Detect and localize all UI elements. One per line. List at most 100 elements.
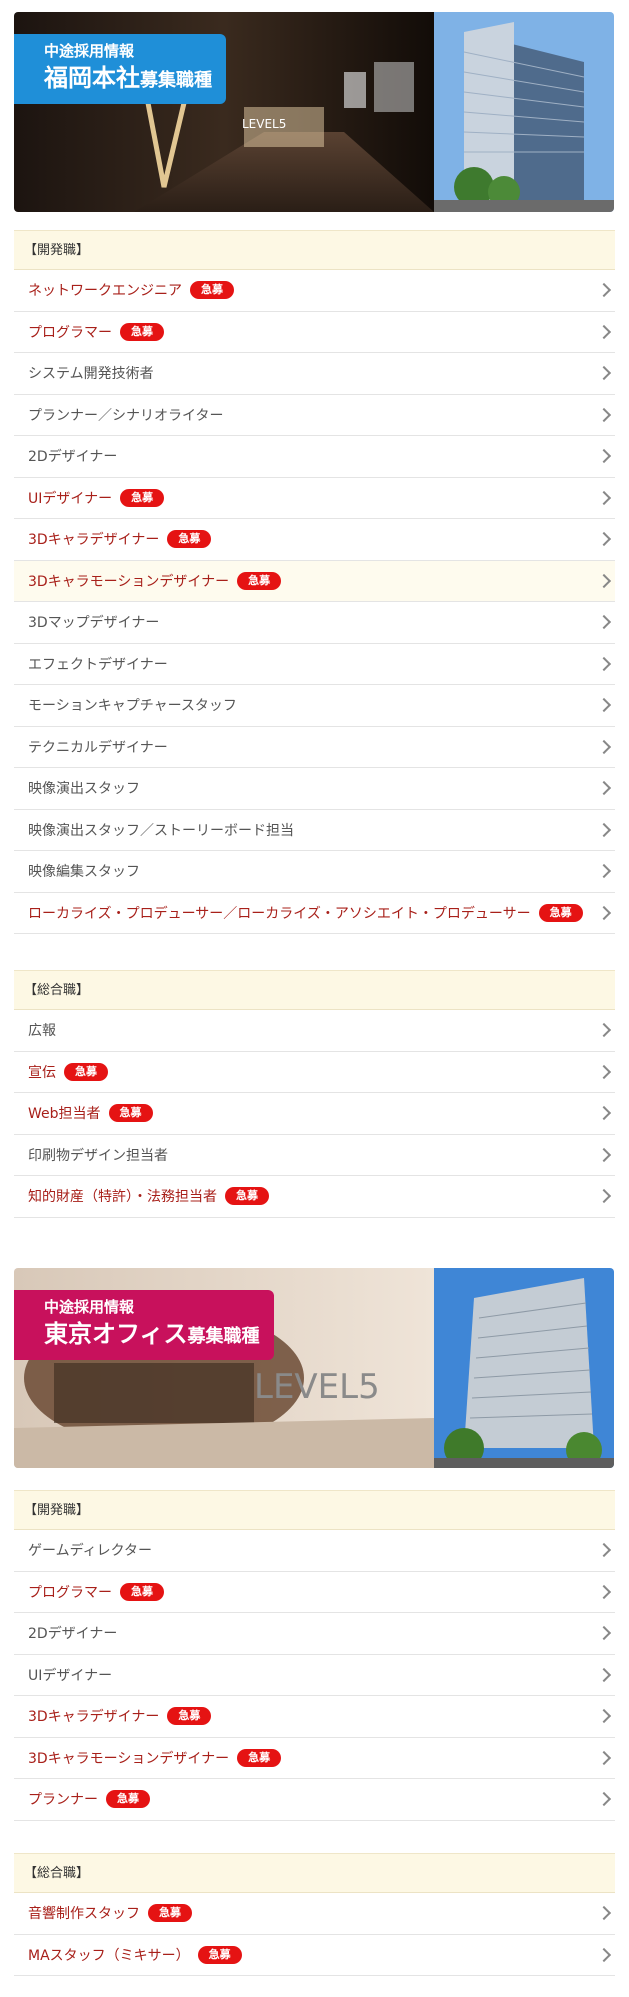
tokyo-general-section: 【総合職】 音響制作スタッフ 急募 MAスタッフ（ミキサー） 急募: [14, 1853, 615, 1976]
job-link[interactable]: MAスタッフ（ミキサー） 急募: [14, 1935, 615, 1976]
recruit-page: LEVEL5 中途採用情報 福岡本社募集職種 【開発職】 ネットワークエンジニア急…: [0, 0, 629, 1997]
urgent-badge: 急募: [120, 488, 165, 507]
job-label: プログラマー: [28, 1584, 112, 1601]
urgent-badge: 急募: [106, 1790, 150, 1809]
chevron-right-icon: [596, 1584, 612, 1599]
job-link[interactable]: プログラマー 急募: [14, 312, 615, 353]
fukuoka-building-photo: [434, 12, 614, 212]
urgent-badge: 急募: [197, 1945, 242, 1964]
job-label: プランナー: [28, 1792, 98, 1809]
job-link[interactable]: ローカライズ・プロデューサー／ローカライズ・アソシエイト・プロデューサー 急募: [14, 893, 615, 934]
job-label: エフェクトデザイナー: [28, 656, 168, 673]
job-link[interactable]: 映像演出スタッフ／ストーリーボード担当: [14, 810, 615, 851]
chevron-right-icon: [596, 573, 612, 588]
urgent-badge: 急募: [225, 1187, 269, 1206]
job-label: モーションキャプチャースタッフ: [28, 698, 237, 715]
fukuoka-general-section: 【総合職】 広報 宣伝 急募 Web担当者 急募 印刷物デザイン担当者 知的財産（特許）・法務…: [14, 970, 615, 1218]
job-label: ローカライズ・プロデューサー／ローカライズ・アソシエイト・プロデューサー: [28, 905, 531, 922]
job-link[interactable]: 3Dキャラモーションデザイナー 急募: [14, 560, 615, 602]
chevron-right-icon: [596, 1023, 612, 1038]
job-link[interactable]: ネットワークエンジニア 急募: [14, 270, 615, 312]
urgent-badge: 急募: [120, 322, 164, 341]
job-link[interactable]: モーションキャプチャースタッフ: [14, 685, 615, 727]
fukuoka-banner-label: 中途採用情報 福岡本社募集職種: [14, 34, 226, 104]
job-label: 音響制作スタッフ: [28, 1906, 140, 1923]
job-link[interactable]: プログラマー 急募: [14, 1572, 615, 1613]
job-link[interactable]: 宣伝 急募: [14, 1052, 615, 1093]
job-label: 2Dデザイナー: [28, 1626, 118, 1643]
chevron-right-icon: [596, 905, 612, 920]
tokyo-logo-text: LEVEL5: [254, 1367, 380, 1407]
job-label: 宣伝: [28, 1064, 56, 1081]
chevron-right-icon: [596, 615, 612, 630]
job-label: 3Dキャラデザイナー: [28, 1709, 160, 1726]
chevron-right-icon: [596, 822, 612, 837]
urgent-badge: 急募: [237, 1748, 282, 1767]
urgent-badge: 急募: [148, 1904, 192, 1923]
job-link[interactable]: 2Dデザイナー: [14, 436, 615, 478]
job-label: 3Dキャラモーションデザイナー: [28, 1750, 230, 1767]
job-link[interactable]: ゲームディレクター: [14, 1530, 615, 1572]
job-link[interactable]: 印刷物デザイン担当者: [14, 1135, 615, 1176]
urgent-badge: 急募: [167, 1707, 212, 1726]
section-heading: 【総合職】: [14, 970, 615, 1010]
chevron-right-icon: [596, 1709, 612, 1724]
urgent-badge: 急募: [190, 281, 234, 300]
chevron-right-icon: [596, 366, 612, 381]
chevron-right-icon: [596, 283, 612, 298]
job-label: システム開発技術者: [28, 366, 154, 383]
job-label: MAスタッフ（ミキサー）: [28, 1947, 190, 1964]
job-link[interactable]: 知的財産（特許）・法務担当者 急募: [14, 1176, 615, 1218]
chevron-right-icon: [596, 1064, 612, 1079]
chevron-right-icon: [596, 781, 612, 796]
job-label: 映像演出スタッフ: [28, 781, 140, 798]
chevron-right-icon: [596, 532, 612, 547]
tokyo-banner[interactable]: LEVEL5 中途採用情報 東京オフィス募集職種: [14, 1268, 614, 1468]
chevron-right-icon: [596, 1906, 612, 1921]
chevron-right-icon: [596, 449, 612, 464]
urgent-badge: 急募: [120, 1582, 164, 1601]
urgent-badge: 急募: [64, 1062, 108, 1081]
job-link[interactable]: 映像編集スタッフ: [14, 851, 615, 893]
chevron-right-icon: [596, 324, 612, 339]
job-link[interactable]: プランナー 急募: [14, 1779, 615, 1821]
fukuoka-banner[interactable]: LEVEL5 中途採用情報 福岡本社募集職種: [14, 12, 614, 212]
job-label: ネットワークエンジニア: [28, 283, 182, 300]
chevron-right-icon: [596, 1750, 612, 1765]
job-link[interactable]: 3Dキャラデザイナー 急募: [14, 519, 615, 561]
job-link[interactable]: テクニカルデザイナー: [14, 727, 615, 768]
job-link[interactable]: UIデザイナー: [14, 1655, 615, 1696]
chevron-right-icon: [596, 698, 612, 713]
chevron-right-icon: [596, 1947, 612, 1962]
job-label: 広報: [28, 1023, 56, 1040]
job-label: 2Dデザイナー: [28, 449, 118, 466]
job-label: UIデザイナー: [28, 1667, 113, 1684]
job-link[interactable]: 3Dキャラデザイナー 急募: [14, 1696, 615, 1738]
job-link[interactable]: 映像演出スタッフ: [14, 768, 615, 810]
job-link[interactable]: プランナー／シナリオライター: [14, 395, 615, 436]
chevron-right-icon: [596, 1189, 612, 1204]
job-link[interactable]: システム開発技術者: [14, 353, 615, 395]
job-link[interactable]: エフェクトデザイナー: [14, 644, 615, 685]
job-link[interactable]: UIデザイナー 急募: [14, 478, 615, 519]
job-link[interactable]: 3Dキャラモーションデザイナー 急募: [14, 1738, 615, 1779]
chevron-right-icon: [596, 864, 612, 879]
chevron-right-icon: [596, 1106, 612, 1121]
job-link[interactable]: 広報: [14, 1010, 615, 1052]
job-label: プランナー／シナリオライター: [28, 407, 224, 424]
urgent-badge: 急募: [108, 1104, 153, 1123]
job-link[interactable]: 2Dデザイナー: [14, 1613, 615, 1655]
job-link[interactable]: 3Dマップデザイナー: [14, 602, 615, 644]
urgent-badge: 急募: [538, 903, 583, 922]
job-label: 印刷物デザイン担当者: [28, 1147, 168, 1164]
fukuoka-logo-text: LEVEL5: [242, 117, 286, 131]
tokyo-banner-subtitle: 中途採用情報: [44, 1298, 135, 1316]
job-link[interactable]: Web担当者 急募: [14, 1093, 615, 1135]
chevron-right-icon: [596, 1667, 612, 1682]
job-label: 映像演出スタッフ／ストーリーボード担当: [28, 822, 294, 839]
job-link[interactable]: 音響制作スタッフ 急募: [14, 1893, 615, 1935]
tokyo-dev-section: 【開発職】 ゲームディレクター プログラマー 急募 2Dデザイナー UIデザイナー 3Dキャ…: [14, 1490, 615, 1821]
job-label: 映像編集スタッフ: [28, 864, 140, 881]
job-label: UIデザイナー: [28, 490, 113, 507]
section-heading: 【開発職】: [14, 1490, 615, 1530]
